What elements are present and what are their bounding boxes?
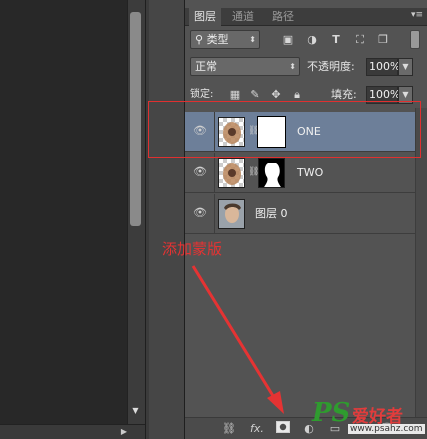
filter-kind-select[interactable]: ⚲ 类型 ⬍ [190, 30, 260, 49]
lock-position-icon[interactable]: ✥ [269, 88, 283, 102]
layer-row-background[interactable]: 👁︎ 图层 0 [185, 194, 415, 234]
watermark-logo: PS [312, 398, 351, 428]
opacity-input[interactable]: 100% [366, 58, 400, 76]
filter-toggle-switch[interactable] [410, 30, 420, 49]
scroll-down-arrow-icon[interactable]: ▼ [130, 406, 141, 416]
type-filter-icon[interactable]: T [329, 33, 343, 47]
tab-layers[interactable]: 图层 [189, 8, 221, 26]
annotation-label: 添加蒙版 [162, 240, 223, 258]
up-down-arrow-icon: ⬍ [249, 35, 256, 44]
layer-mask-thumbnail[interactable] [258, 158, 285, 188]
lock-transparency-icon[interactable]: ▦ [228, 88, 242, 102]
layer-thumbnail [218, 199, 245, 229]
opacity-label: 不透明度: [307, 60, 355, 73]
image-filter-icon[interactable]: ▣ [281, 33, 295, 47]
panel-tabbar: 图层 通道 路径 ▾≡ [185, 8, 427, 26]
layer-name[interactable]: TWO [297, 153, 323, 193]
layer-thumbnail [218, 158, 245, 188]
scroll-right-arrow-icon[interactable]: ▶ [121, 427, 127, 436]
up-down-arrow-icon: ⬍ [289, 62, 296, 71]
link-layers-icon[interactable]: ⛓︎ [221, 421, 237, 437]
add-layer-mask-icon[interactable] [275, 421, 291, 437]
lock-brush-icon[interactable]: ✎ [248, 88, 262, 102]
layers-panel: 图层 通道 路径 ▾≡ ⚲ 类型 ⬍ ▣ ◑ T ⛶ ❐ 正常 ⬍ 不透明度: … [185, 0, 427, 439]
filter-row: ⚲ 类型 ⬍ ▣ ◑ T ⛶ ❐ [185, 30, 427, 52]
canvas-scroll-thumb[interactable] [130, 12, 141, 226]
visibility-eye-icon[interactable]: 👁︎ [191, 204, 209, 222]
panel-dock-splitter[interactable] [145, 0, 185, 439]
watermark-url: www.psahz.com [348, 424, 425, 434]
tab-channels[interactable]: 通道 [227, 8, 259, 26]
layer-row-two[interactable]: 👁︎ ⛓︎ TWO [185, 153, 415, 193]
adjustment-filter-icon[interactable]: ◑ [305, 33, 319, 47]
tab-paths[interactable]: 路径 [267, 8, 299, 26]
smart-object-filter-icon[interactable]: ❐ [376, 33, 390, 47]
panel-menu-icon[interactable]: ▾≡ [411, 10, 423, 20]
canvas-horizontal-scrollbar[interactable]: ▶ [0, 424, 145, 439]
visibility-eye-icon[interactable]: 👁︎ [191, 163, 209, 181]
mask-link-chain-icon[interactable]: ⛓︎ [248, 167, 259, 179]
shape-filter-icon[interactable]: ⛶ [353, 33, 367, 47]
blend-mode-select[interactable]: 正常 ⬍ [190, 57, 300, 76]
blend-mode-value: 正常 [195, 60, 217, 73]
lock-all-icon[interactable]: 🔒︎ [290, 88, 304, 102]
site-watermark: PS 爱好者 www.psahz.com [312, 398, 425, 438]
layer-name[interactable]: 图层 0 [255, 194, 288, 234]
blend-row: 正常 ⬍ 不透明度: 100% ▼ [185, 57, 427, 79]
highlight-box [148, 101, 421, 158]
canvas-area [0, 0, 145, 439]
filter-kind-label: 类型 [206, 33, 229, 46]
layer-style-fx-button[interactable]: fx. [249, 421, 265, 437]
search-icon: ⚲ [195, 33, 207, 46]
opacity-dropdown-button[interactable]: ▼ [398, 58, 413, 76]
